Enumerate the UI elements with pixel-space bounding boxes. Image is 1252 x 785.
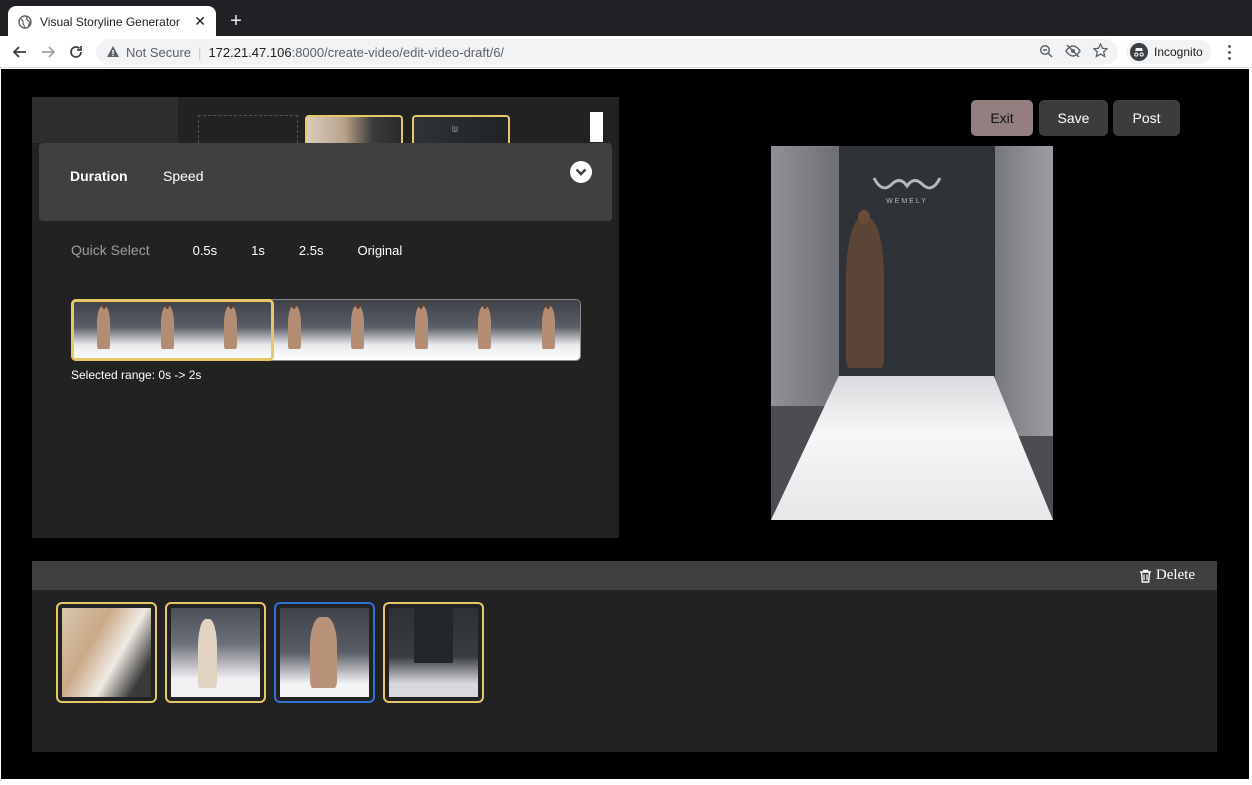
timeline-clip-4[interactable] (383, 602, 484, 703)
filmstrip-frame (389, 300, 453, 360)
warning-icon (107, 46, 119, 57)
new-tab-button[interactable]: + (226, 8, 246, 34)
eye-off-icon[interactable] (1065, 44, 1081, 58)
app-viewport: ᗯ Duration Speed Quick Select 0.5s 1s 2.… (1, 69, 1249, 779)
empty-clip-slot[interactable] (198, 115, 298, 143)
delete-label: Delete (1155, 567, 1195, 583)
zoom-icon[interactable] (1039, 44, 1053, 58)
brand-logo-mini: ᗯ (452, 125, 458, 134)
exit-button[interactable]: Exit (971, 100, 1033, 136)
star-icon[interactable] (1093, 43, 1108, 58)
quick-select-row: Quick Select 0.5s 1s 2.5s Original (71, 242, 436, 258)
post-button[interactable]: Post (1113, 100, 1180, 136)
arrow-left-icon (13, 46, 26, 58)
quick-option-0-5s[interactable]: 0.5s (193, 243, 218, 258)
incognito-label: Incognito (1154, 45, 1203, 59)
reload-button[interactable] (66, 42, 86, 62)
tab-title: Visual Storyline Generator (40, 14, 180, 29)
delete-button[interactable]: Delete (1139, 565, 1195, 586)
browser-toolbar: Not Secure | 172.21.47.106 :8000/create-… (0, 36, 1252, 68)
scrollbar-thumb[interactable] (590, 112, 603, 142)
clip-strip-thumb[interactable] (305, 115, 403, 143)
browser-tab[interactable]: Visual Storyline Generator ✕ (8, 6, 216, 37)
video-preview[interactable]: WEMELY (771, 146, 1053, 520)
incognito-badge[interactable]: Incognito (1126, 40, 1211, 64)
timeline-toolbar: Delete (32, 561, 1217, 590)
url-host: 172.21.47.106 (208, 44, 292, 60)
tab-duration[interactable]: Duration (70, 168, 128, 184)
clip-strip-left (32, 97, 178, 143)
timeline-clip-2[interactable] (165, 602, 266, 703)
save-button[interactable]: Save (1039, 100, 1108, 136)
timeline-clip-1[interactable] (56, 602, 157, 703)
filmstrip-frame (516, 300, 580, 360)
tab-close-icon[interactable]: ✕ (194, 13, 206, 30)
address-bar[interactable]: Not Secure | 172.21.47.106 :8000/create-… (96, 39, 1118, 65)
duration-speed-panel: Duration Speed (39, 143, 612, 221)
brand-logo: WEMELY (871, 174, 943, 205)
clip-timeline (32, 590, 1217, 752)
quick-option-1s[interactable]: 1s (251, 243, 265, 258)
filmstrip-frame (326, 300, 390, 360)
incognito-icon (1130, 43, 1148, 61)
omnibox-actions (1039, 43, 1108, 58)
arrow-right-icon (42, 46, 55, 58)
brand-text: WEMELY (886, 198, 928, 205)
browser-tabstrip: Visual Storyline Generator ✕ + (0, 0, 1252, 37)
reload-icon (70, 46, 82, 58)
range-selection-handle[interactable] (71, 299, 274, 361)
quick-option-original[interactable]: Original (357, 243, 402, 258)
filmstrip-frame (453, 300, 517, 360)
quick-select-label: Quick Select (71, 242, 150, 258)
selected-range-text: Selected range: 0s -> 2s (71, 368, 202, 382)
forward-button[interactable] (38, 42, 58, 62)
clip-strip-thumb[interactable]: ᗯ (412, 115, 510, 143)
quick-option-2-5s[interactable]: 2.5s (299, 243, 324, 258)
collapse-button[interactable] (570, 161, 592, 183)
chevron-down-icon (575, 168, 587, 176)
timeline-clip-3[interactable] (274, 602, 375, 703)
trash-icon (1139, 569, 1151, 583)
runway-model (846, 210, 884, 368)
tab-speed[interactable]: Speed (163, 168, 203, 184)
url-path: :8000/create-video/edit-video-draft/6/ (291, 44, 505, 60)
omnibox-divider: | (198, 44, 202, 60)
clip-editor-panel: ᗯ Duration Speed Quick Select 0.5s 1s 2.… (32, 97, 619, 538)
not-secure-label: Not Secure (126, 44, 192, 60)
globe-icon (18, 14, 32, 29)
back-button[interactable] (10, 42, 30, 62)
browser-menu-icon[interactable] (1222, 42, 1236, 62)
